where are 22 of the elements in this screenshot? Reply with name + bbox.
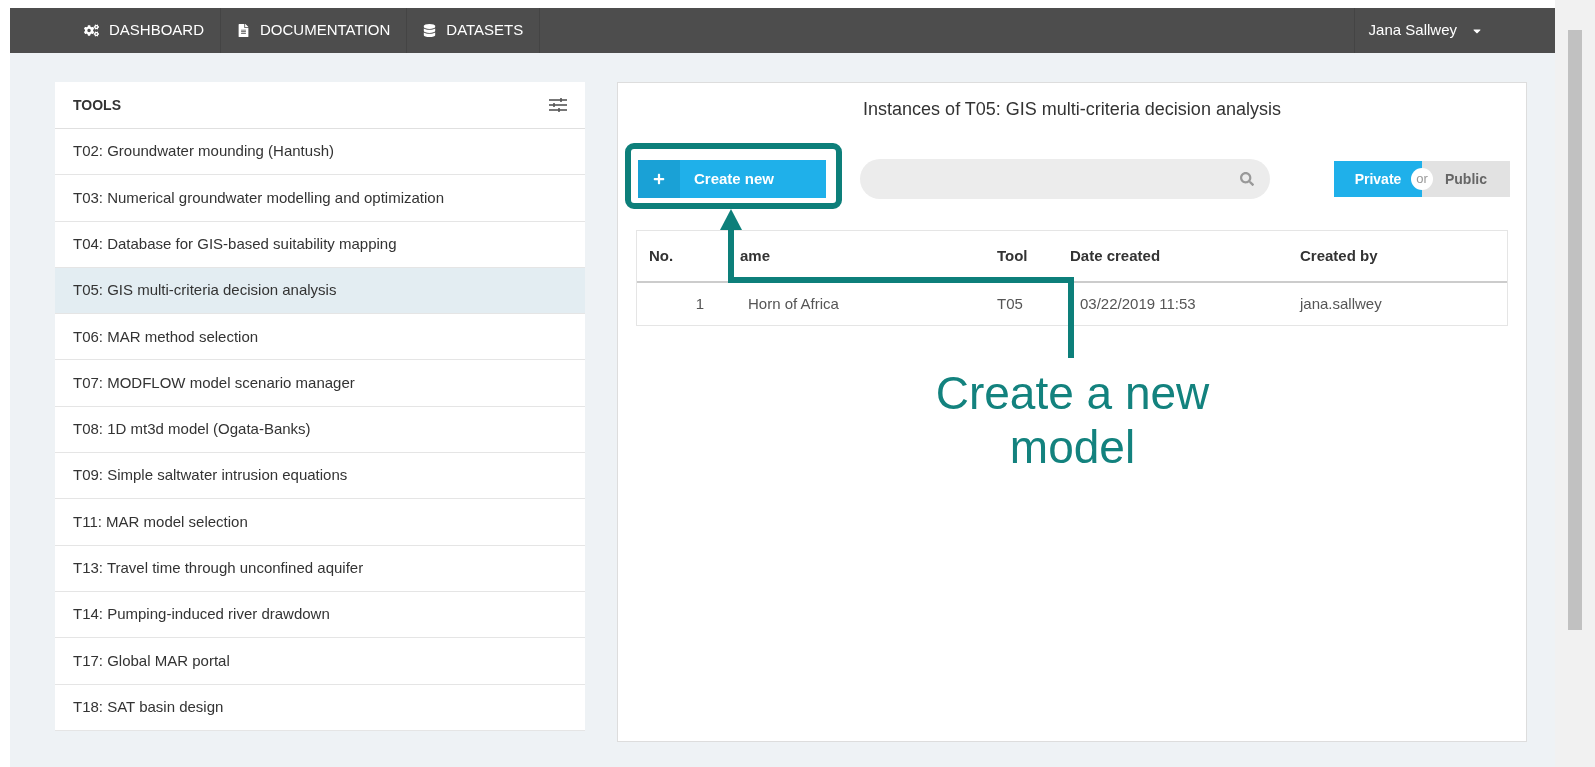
search-icon: [1240, 172, 1254, 186]
column-header: Created by: [1300, 246, 1378, 264]
column-header: Date created: [1070, 246, 1161, 264]
sliders-icon[interactable]: [549, 98, 567, 112]
plus-icon: [653, 173, 665, 185]
panel-title: TOOLS: [73, 95, 121, 115]
search-field[interactable]: [860, 159, 1270, 199]
scrollbar[interactable]: [1555, 0, 1595, 767]
database-icon: [423, 24, 437, 37]
tool-item[interactable]: T05: GIS multi-criteria decision analysis: [55, 267, 585, 315]
gears-icon: [84, 23, 99, 38]
table-cell[interactable]: T05: [997, 294, 1023, 312]
table-cell[interactable]: 03/22/2019 11:53: [1080, 294, 1196, 312]
document-icon: [237, 24, 251, 37]
column-header: ame: [740, 246, 771, 264]
column-header: Tool: [997, 246, 1028, 264]
table-cell[interactable]: Horn of Africa: [748, 294, 839, 312]
table-cell[interactable]: jana.sallwey: [1300, 294, 1382, 312]
column-header: No.: [649, 246, 674, 264]
table-cell[interactable]: 1: [695, 294, 704, 312]
annotation-text: Create a new model: [934, 366, 1211, 474]
panel-title: Instances of T05: GIS multi-criteria decision analysis: [863, 98, 1281, 121]
